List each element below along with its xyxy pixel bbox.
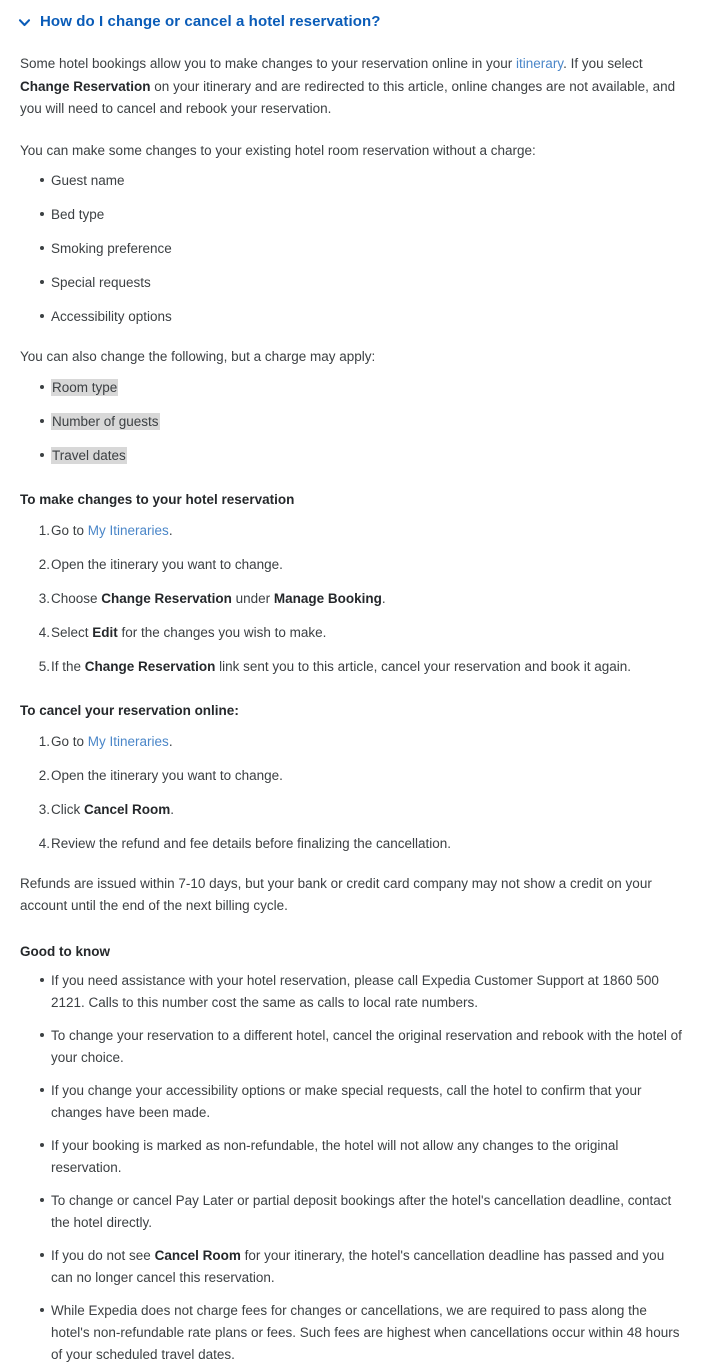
step-text: Go to <box>51 733 88 749</box>
list-item: Open the itinerary you want to change. <box>20 765 683 786</box>
list-item: If you do not see Cancel Room for your i… <box>20 1245 683 1289</box>
note-text: To change your reservation to a differen… <box>51 1027 682 1065</box>
step-text: Open the itinerary you want to change. <box>51 556 283 572</box>
step-text-mid: under <box>231 590 274 606</box>
list-item: While Expedia does not charge fees for c… <box>20 1300 683 1366</box>
note-emphasis: Cancel Room <box>154 1247 241 1263</box>
highlighted-text: Travel dates <box>51 446 127 464</box>
refunds-paragraph: Refunds are issued within 7-10 days, but… <box>20 875 652 914</box>
cancel-online-steps: Go to My Itineraries. Open the itinerary… <box>20 721 683 854</box>
list-item: If you change your accessibility options… <box>20 1080 683 1124</box>
step-text: Go to <box>51 522 88 538</box>
free-changes-list: Guest name Bed type Smoking preference S… <box>20 162 683 327</box>
list-item: Accessibility options <box>20 306 683 327</box>
highlighted-text: Number of guests <box>51 412 160 430</box>
faq-answer-body: Some hotel bookings allow you to make ch… <box>0 34 720 1366</box>
list-item: Open the itinerary you want to change. <box>20 554 683 575</box>
list-item: If you need assistance with your hotel r… <box>20 970 683 1014</box>
page-title: How do I change or cancel a hotel reserv… <box>40 12 381 30</box>
step-text: Click <box>51 801 84 817</box>
step-text-end: . <box>381 590 386 606</box>
cancel-online-heading: To cancel your reservation online: <box>20 702 239 718</box>
note-text: If you need assistance with your hotel r… <box>51 972 659 1010</box>
list-item: Number of guests <box>20 411 683 432</box>
chevron-down-icon[interactable] <box>18 16 31 29</box>
list-item: Select Edit for the changes you wish to … <box>20 622 683 643</box>
my-itineraries-link[interactable]: My Itineraries <box>88 523 169 538</box>
step-text-end: . <box>168 522 173 538</box>
good-to-know-list: If you need assistance with your hotel r… <box>20 962 683 1366</box>
list-item: Special requests <box>20 272 683 293</box>
note-text: While Expedia does not charge fees for c… <box>51 1302 680 1362</box>
list-item: Smoking preference <box>20 238 683 259</box>
list-item: Guest name <box>20 170 683 191</box>
list-item: Review the refund and fee details before… <box>20 833 683 854</box>
change-reservation-emphasis: Change Reservation <box>20 78 151 94</box>
my-itineraries-link[interactable]: My Itineraries <box>88 734 169 749</box>
charged-changes-list: Room type Number of guests Travel dates <box>20 369 683 466</box>
step-text-end: link sent you to this article, cancel yo… <box>215 658 632 674</box>
step-text-end: for the changes you wish to make. <box>117 624 327 640</box>
good-to-know-heading: Good to know <box>20 943 110 959</box>
list-item: Travel dates <box>20 445 683 466</box>
step-text: Choose <box>51 590 102 606</box>
note-text: To change or cancel Pay Later or partial… <box>51 1192 672 1230</box>
free-changes-lead: You can make some changes to your existi… <box>20 142 536 158</box>
list-item: Go to My Itineraries. <box>20 520 683 541</box>
list-item: Bed type <box>20 204 683 225</box>
step-text: Open the itinerary you want to change. <box>51 767 283 783</box>
list-item: If your booking is marked as non-refunda… <box>20 1135 683 1179</box>
intro-paragraph: Some hotel bookings allow you to make ch… <box>20 34 683 121</box>
step-emphasis: Change Reservation <box>84 658 216 674</box>
faq-question-header[interactable]: How do I change or cancel a hotel reserv… <box>0 0 720 34</box>
step-text: Review the refund and fee details before… <box>51 835 452 851</box>
intro-text-b: . If you select <box>563 56 643 71</box>
list-item: If the Change Reservation link sent you … <box>20 656 683 677</box>
make-changes-heading: To make changes to your hotel reservatio… <box>20 491 295 507</box>
make-changes-steps: Go to My Itineraries. Open the itinerary… <box>20 510 683 677</box>
list-item: To change or cancel Pay Later or partial… <box>20 1190 683 1234</box>
step-text-end: . <box>168 733 173 749</box>
highlighted-text: Room type <box>51 378 119 396</box>
step-emphasis: Edit <box>92 624 118 640</box>
note-text: If your booking is marked as non-refunda… <box>51 1137 619 1175</box>
list-item: To change your reservation to a differen… <box>20 1025 683 1069</box>
list-item: Go to My Itineraries. <box>20 731 683 752</box>
faq-article: How do I change or cancel a hotel reserv… <box>0 0 720 1366</box>
list-item: Click Cancel Room. <box>20 799 683 820</box>
step-text: Select <box>51 624 93 640</box>
note-text: If you change your accessibility options… <box>51 1082 642 1120</box>
itinerary-link[interactable]: itinerary <box>516 56 563 71</box>
note-text: If you do not see <box>51 1247 155 1263</box>
list-item: Room type <box>20 377 683 398</box>
step-text-end: . <box>170 801 175 817</box>
charged-changes-lead: You can also change the following, but a… <box>20 349 376 364</box>
step-text: If the <box>51 658 85 674</box>
list-item: Choose Change Reservation under Manage B… <box>20 588 683 609</box>
step-emphasis: Cancel Room <box>84 801 171 817</box>
step-emphasis: Change Reservation <box>101 590 232 606</box>
step-emphasis-2: Manage Booking <box>273 590 382 606</box>
intro-text-a: Some hotel bookings allow you to make ch… <box>20 56 517 71</box>
